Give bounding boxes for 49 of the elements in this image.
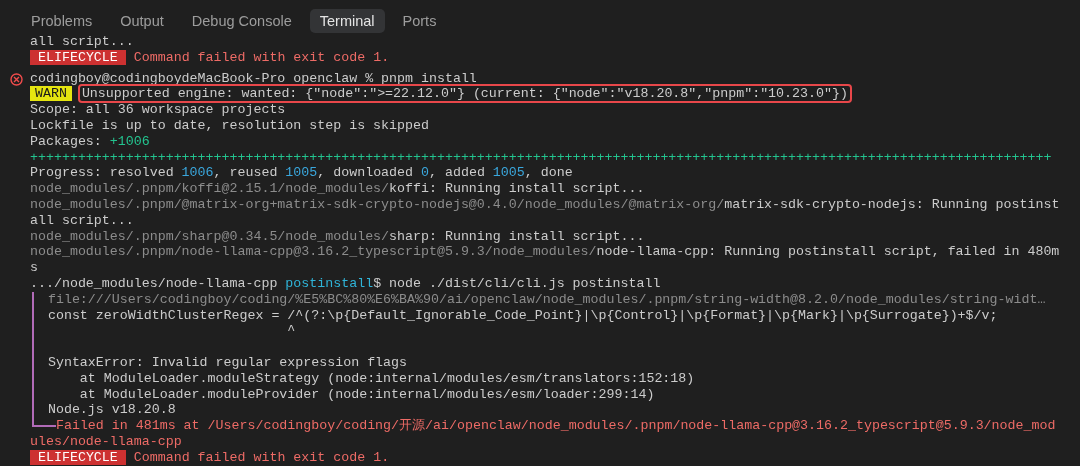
count-text: 1005 xyxy=(492,165,525,181)
panel-tab[interactable]: Output xyxy=(110,9,174,33)
terminal-text: , downloaded xyxy=(317,165,415,181)
terminal-text: node_modules/.pnpm/@matrix-org+matrix-sdk-crypto-nodejs@0.4.0/node_modules/@matrix-org/ xyxy=(30,196,725,212)
panel-tab[interactable]: Ports xyxy=(392,9,447,33)
terminal-text: Scope: all 36 workspace projects xyxy=(30,102,286,118)
error-text: Failed in 481ms at /Users/codingboy/coding/开源/ai/openclaw/node_modules/.pnpm/node-llama-cpp@3.16.2_typescript@5.9.3/node_mod xyxy=(55,418,1056,434)
count-text: 1005 xyxy=(285,165,318,181)
script-name: postinstall xyxy=(285,275,374,291)
terminal-text: ^ xyxy=(286,323,296,339)
warn-badge: WARN xyxy=(30,86,72,102)
terminal-text: $ node ./dist/cli/cli.js postinstall xyxy=(373,275,661,291)
terminal-text: at ModuleLoader.moduleProvider (node:internal/modules/esm/loader:299:14) xyxy=(78,386,655,402)
terminal-text: at ModuleLoader.moduleStrategy (node:internal/modules/esm/translators:152:18) xyxy=(78,370,695,386)
terminal-text: , done xyxy=(524,165,573,181)
terminal-text: .../node_modules/node-llama-cpp xyxy=(30,275,279,291)
error-badge: ELIFECYCLE xyxy=(30,449,126,465)
terminal-text: Progress: resolved xyxy=(30,165,175,181)
panel-tab[interactable]: Problems xyxy=(21,9,103,33)
terminal-text: all script... xyxy=(30,34,134,49)
terminal-text: , added xyxy=(429,165,486,181)
terminal-text: node_modules/.pnpm/koffi@2.15.1/node_modules/ xyxy=(30,181,390,197)
error-text: Command failed with exit code 1. xyxy=(132,49,390,65)
terminal-text: Lockfile is up to date, resolution step is skipped xyxy=(30,118,429,133)
terminal-text: Node.js v18.20.8 xyxy=(47,402,176,418)
terminal-text: codingboy@codingboydeMacBook-Pro openclaw % pnpm install xyxy=(30,70,477,86)
terminal-text: , reused xyxy=(213,165,279,181)
highlighted-warning: Unsupported engine: wanted: {"node":">=22.12.0"} (current: {"node":"v18.20.8","pnpm":"10.23.0"}) xyxy=(79,86,850,102)
terminal-text: sharp: Running install script... xyxy=(389,228,645,244)
terminal-text: koffi: Running install script... xyxy=(389,181,645,197)
terminal-text: Packages: xyxy=(30,133,103,149)
terminal-text: node-llama-cpp: Running postinstall script, failed in 480m xyxy=(596,244,1060,260)
terminal-text: +1006 xyxy=(109,133,150,149)
error-badge: ELIFECYCLE xyxy=(30,49,126,65)
terminal-text: SyntaxError: Invalid regular expression flags xyxy=(47,354,408,370)
terminal-text: matrix-sdk-crypto-nodejs: Running postinst xyxy=(724,196,1060,212)
terminal-text: all script... xyxy=(30,212,134,228)
panel-tab[interactable]: Debug Console xyxy=(181,9,302,33)
terminal-text: node_modules/.pnpm/sharp@0.34.5/node_modules/ xyxy=(30,228,390,244)
count-text: 0 xyxy=(421,165,429,181)
terminal-text: node_modules/.pnpm/node-llama-cpp@3.16.2_typescript@5.9.3/node_modules/ xyxy=(30,244,597,260)
count-text: 1006 xyxy=(181,165,214,181)
error-text: Command failed with exit code 1. xyxy=(132,449,390,465)
terminal-text: const zeroWidthClusterRegex = /^(?:\p{Default_Ignorable_Code_Point}|\p{Control}|\p{Format}|\p{Mark}|\p{Surrogate})+$/v; xyxy=(47,307,998,323)
panel-tab[interactable]: Terminal xyxy=(309,9,385,33)
terminal-text: ++++++++++++++++++++++++++++++++++++++++++++++++++++++++++++++++++++++++++++++++++++++++++++++++++++++++++++++++++++++++++++++++ xyxy=(30,149,1052,165)
terminal-text: s xyxy=(30,260,38,276)
terminal-text: file:///Users/codingboy/coding/%E5%BC%80%E6%BA%90/ai/openclaw/node_modules/.pnpm/string-width@8.2.0/node_modules/string-widt… xyxy=(47,291,1046,307)
error-text: ules/node-llama-cpp xyxy=(30,433,182,449)
